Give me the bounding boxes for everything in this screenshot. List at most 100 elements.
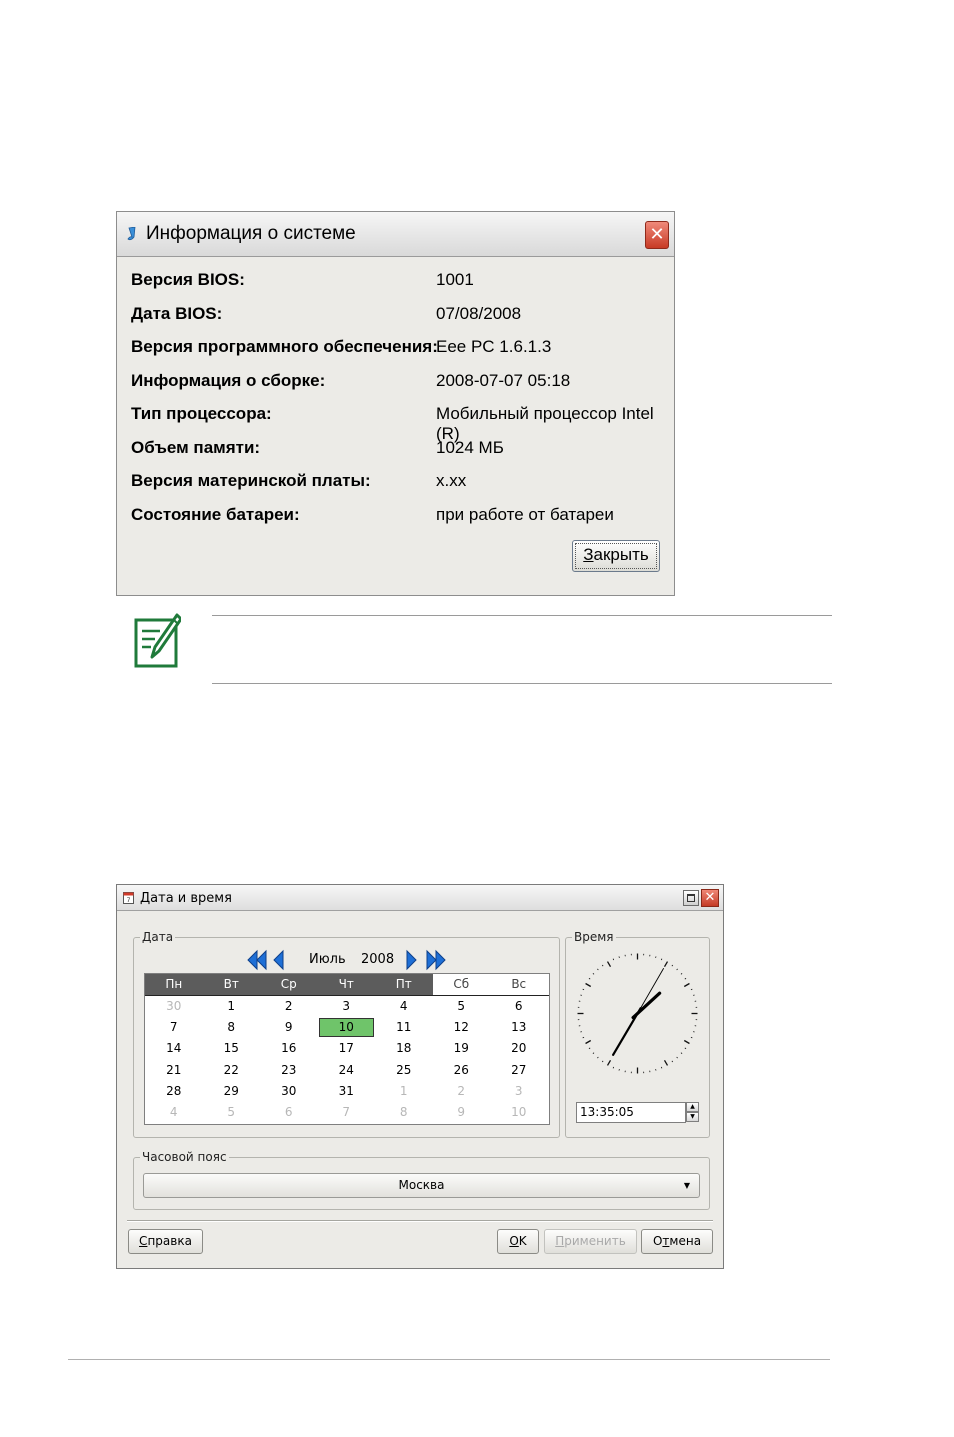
date-group-label: Дата [140, 930, 176, 944]
calendar-day[interactable]: 14 [145, 1038, 203, 1059]
svg-text:7: 7 [127, 897, 131, 904]
calendar-day[interactable]: 22 [203, 1060, 261, 1081]
calendar-day[interactable]: 2 [433, 1081, 491, 1102]
spin-up-icon[interactable]: ▲ [686, 1102, 699, 1112]
info-label: Состояние батареи: [131, 504, 300, 524]
info-value: 2008-07-07 05:18 [436, 370, 571, 390]
calendar-day[interactable]: 1 [375, 1081, 433, 1102]
day-number: 27 [511, 1062, 527, 1077]
info-label: Версия программного обеспечения: [131, 337, 438, 356]
cancel-button[interactable]: Отмена [641, 1229, 713, 1254]
apply-mnemonic: П [555, 1234, 565, 1248]
maximize-icon[interactable] [683, 890, 699, 906]
day-number: 8 [227, 1020, 236, 1035]
calendar-day[interactable]: 9 [433, 1102, 491, 1123]
note-bottom-rule [212, 683, 832, 684]
button-separator [127, 1220, 713, 1222]
title-bar[interactable]: Информация о системе ✕ [117, 212, 674, 257]
spin-down-icon[interactable]: ▼ [686, 1112, 699, 1122]
calendar-day[interactable]: 27 [490, 1060, 548, 1081]
calendar-day[interactable]: 30 [145, 996, 203, 1017]
help-button[interactable]: Справка [128, 1229, 203, 1254]
calendar-day[interactable]: 18 [375, 1038, 433, 1059]
calendar-day[interactable]: 8 [203, 1017, 261, 1038]
calendar-day[interactable]: 7 [145, 1017, 203, 1038]
timezone-group: Часовой пояс Москва ▼ [133, 1150, 710, 1210]
calendar-day[interactable]: 21 [145, 1060, 203, 1081]
calendar-day[interactable]: 6 [490, 996, 548, 1017]
calendar-day[interactable]: 8 [375, 1102, 433, 1123]
close-mnemonic: З [583, 545, 594, 564]
ok-button[interactable]: OK [497, 1229, 539, 1254]
apply-button[interactable]: Применить [544, 1229, 637, 1254]
day-number: 25 [396, 1062, 412, 1077]
calendar-day[interactable]: 29 [203, 1081, 261, 1102]
calendar-day[interactable]: 23 [260, 1060, 318, 1081]
calendar-day[interactable]: 4 [145, 1102, 203, 1123]
note-top-rule [212, 615, 832, 616]
calendar-day[interactable]: 28 [145, 1081, 203, 1102]
day-number: 1 [399, 1083, 408, 1098]
day-number: 2 [457, 1083, 466, 1098]
weekday-header: Вт [223, 977, 239, 991]
calendar-day[interactable]: 6 [260, 1102, 318, 1123]
calendar-day[interactable]: 9 [260, 1017, 318, 1038]
calendar-day[interactable]: 20 [490, 1038, 548, 1059]
calendar-day[interactable]: 12 [433, 1017, 491, 1038]
calendar-day[interactable]: 11 [375, 1017, 433, 1038]
day-number: 6 [284, 1105, 293, 1119]
analog-clock [577, 953, 698, 1074]
calendar-day[interactable]: 19 [433, 1038, 491, 1059]
info-row: Версия материнской платы: x.xx [131, 471, 664, 505]
calendar-day[interactable]: 7 [318, 1102, 376, 1123]
calendar-day[interactable]: 3 [490, 1081, 548, 1102]
calendar-day[interactable]: 2 [260, 996, 318, 1017]
close-icon[interactable]: ✕ [645, 221, 669, 249]
calendar-day[interactable]: 16 [260, 1038, 318, 1059]
timezone-select[interactable]: Москва ▼ [143, 1173, 700, 1198]
day-number: 3 [514, 1083, 523, 1098]
timezone-value: Москва [398, 1178, 445, 1192]
title-bar[interactable]: 7 Дата и время ✕ [117, 885, 723, 911]
close-button[interactable]: Закрыть [572, 540, 660, 572]
info-row: Версия программного обеспечения: Eee PC 1… [131, 337, 664, 371]
calendar-day[interactable]: 1 [203, 996, 261, 1017]
calendar-day[interactable]: 13 [490, 1017, 548, 1038]
prev-month-icon[interactable] [272, 949, 284, 971]
info-label: Тип процессора: [131, 404, 272, 423]
day-number: 19 [453, 1041, 469, 1056]
clock-minute-tick [592, 1052, 595, 1054]
calendar-day[interactable]: 5 [203, 1102, 261, 1123]
ok-label: K [518, 1234, 527, 1248]
calendar-day[interactable]: 3 [318, 996, 376, 1017]
prev-year-icon[interactable] [247, 949, 267, 971]
calendar-day[interactable]: 17 [318, 1038, 376, 1059]
calendar-day[interactable]: 5 [433, 996, 491, 1017]
page-footer-rule [68, 1359, 830, 1360]
day-number: 22 [223, 1062, 239, 1077]
clock-minute-tick [601, 964, 604, 967]
time-spinner[interactable]: ▲ ▼ [686, 1102, 699, 1123]
day-number: 1 [227, 999, 236, 1013]
calendar-day[interactable]: 24 [318, 1060, 376, 1081]
day-number: 16 [281, 1041, 297, 1056]
calendar-day[interactable]: 25 [375, 1060, 433, 1081]
month-label[interactable]: Июль [309, 952, 346, 967]
year-label[interactable]: 2008 [361, 952, 394, 967]
time-input[interactable]: 13:35:05 [576, 1102, 686, 1123]
next-year-icon[interactable] [426, 949, 446, 971]
calendar-day[interactable]: 30 [260, 1081, 318, 1102]
day-number: 13 [511, 1020, 527, 1035]
clock-minute-tick [676, 1056, 678, 1059]
calendar-day[interactable]: 26 [433, 1060, 491, 1081]
ok-mnemonic: O [509, 1234, 519, 1248]
next-month-icon[interactable] [406, 949, 418, 971]
calendar-day[interactable]: 4 [375, 996, 433, 1017]
clock-minute-tick [660, 1066, 663, 1069]
calendar-day[interactable]: 15 [203, 1038, 261, 1059]
close-icon[interactable]: ✕ [701, 889, 719, 907]
calendar-day-selected[interactable]: 10 [318, 1017, 376, 1038]
clock-minute-tick [588, 977, 591, 980]
calendar-day[interactable]: 31 [318, 1081, 376, 1102]
calendar-day[interactable]: 10 [490, 1102, 548, 1123]
